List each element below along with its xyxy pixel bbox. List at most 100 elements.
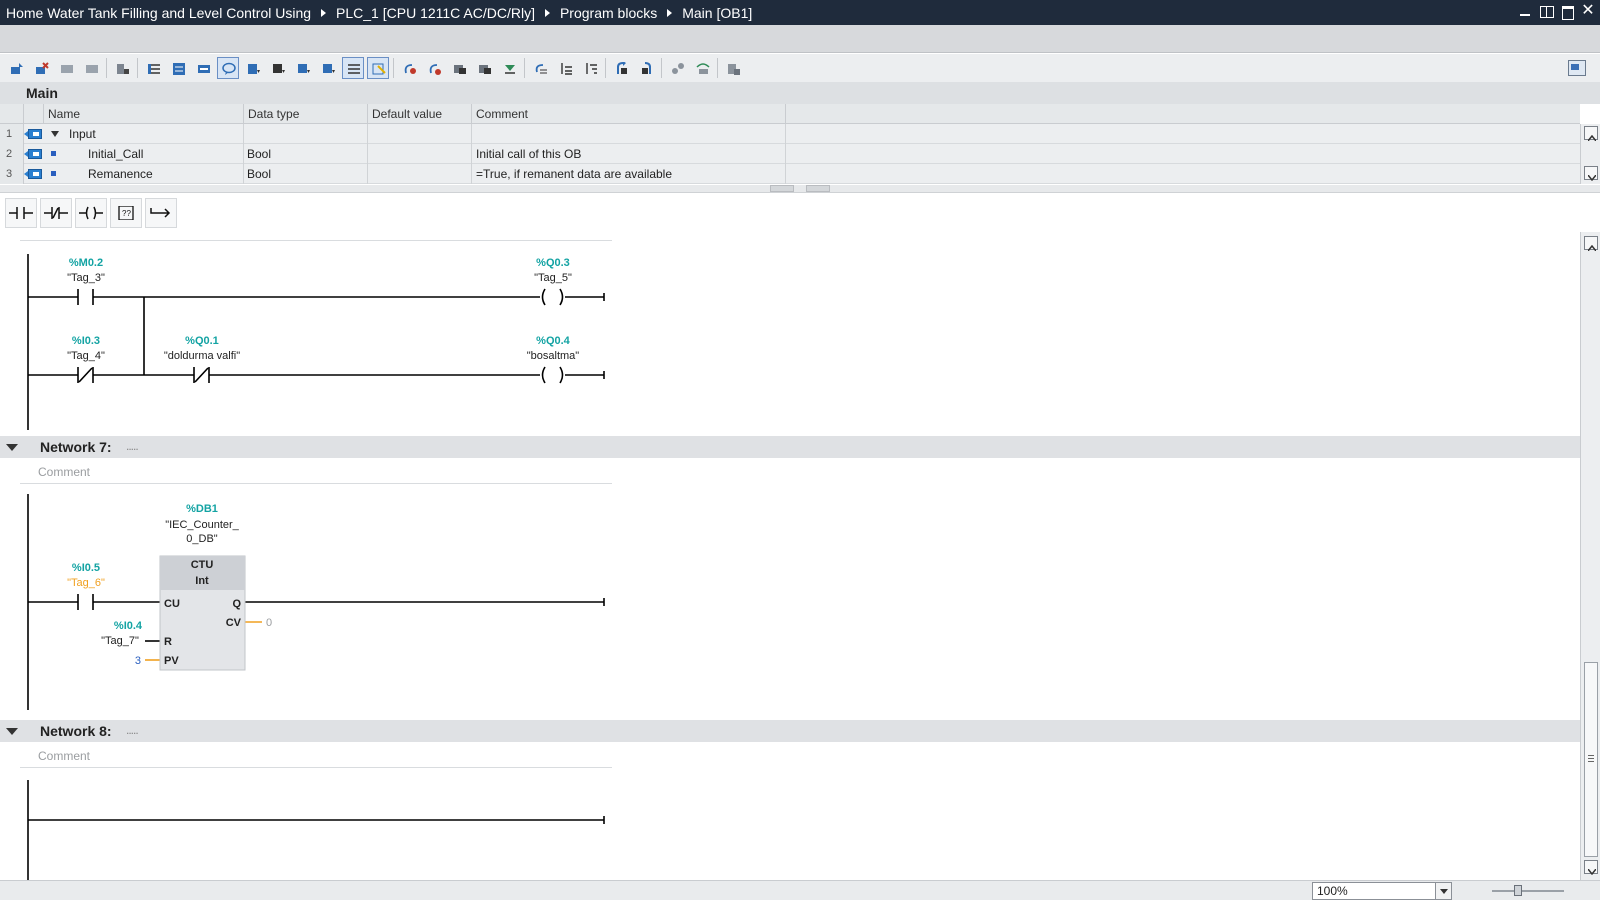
go-to-error-button[interactable] <box>398 57 420 79</box>
header-band <box>0 25 1600 53</box>
add-row-button[interactable] <box>80 57 102 79</box>
col-divider <box>243 124 244 144</box>
column-default-value[interactable]: Default value <box>368 104 472 124</box>
previous-bookmark-button[interactable] <box>448 57 470 79</box>
window-controls: ✕ <box>1517 3 1596 20</box>
interface-table: Name Data type Default value Comment 1 I… <box>0 104 1580 184</box>
breadcrumb-main-ob1[interactable]: Main [OB1] <box>682 5 752 21</box>
delete-network-button[interactable] <box>30 57 52 79</box>
scroll-down-icon[interactable] <box>1584 860 1598 876</box>
breadcrumb: Home Water Tank Filling and Level Contro… <box>0 5 752 21</box>
collapse-triangle-icon[interactable] <box>51 131 59 137</box>
breadcrumb-project[interactable]: Home Water Tank Filling and Level Contro… <box>6 5 311 21</box>
empty-box-icon[interactable]: ?? <box>110 198 142 228</box>
toolbar-separator <box>393 58 394 78</box>
i03-address: %I0.3 <box>72 335 100 347</box>
col-divider <box>471 124 472 144</box>
panel-toggle-icon[interactable] <box>1568 60 1586 76</box>
m02-address: %M0.2 <box>69 257 103 269</box>
compare-online-button[interactable] <box>666 57 688 79</box>
q04-tag: "bosaltma" <box>527 350 580 362</box>
sort-descending-button[interactable] <box>579 57 601 79</box>
minimize-icon[interactable] <box>1517 3 1533 19</box>
scroll-up-icon[interactable] <box>1584 126 1598 142</box>
scrollbar-thumb[interactable] <box>1584 662 1598 857</box>
interface-scrollbar[interactable] <box>1580 124 1600 184</box>
pane-splitter[interactable] <box>0 185 1600 193</box>
close-icon[interactable]: ✕ <box>1580 3 1596 19</box>
collapse-up-icon[interactable] <box>770 185 794 192</box>
tile-window-icon[interactable] <box>1538 3 1554 19</box>
ladder-elements-toolbar: ?? <box>0 196 1600 230</box>
download-button[interactable] <box>498 57 520 79</box>
input-section-icon <box>24 129 42 139</box>
network-comments-button[interactable] <box>217 57 239 79</box>
toolbar-separator <box>524 58 525 78</box>
interface-title: Main <box>0 82 1600 104</box>
expand-networks-button[interactable] <box>192 57 214 79</box>
ctu-block-type: CTU <box>191 559 214 571</box>
pin-pv: PV <box>164 655 179 667</box>
m02-tag: "Tag_3" <box>67 272 105 284</box>
normally-closed-contact-icon[interactable] <box>40 198 72 228</box>
column-data-type[interactable]: Data type <box>244 104 368 124</box>
toolbar-separator <box>605 58 606 78</box>
go-to-next-error-button[interactable] <box>423 57 445 79</box>
pv-value[interactable]: 3 <box>135 655 141 667</box>
row-name: Input <box>69 127 96 141</box>
breadcrumb-plc[interactable]: PLC_1 [CPU 1211C AC/DC/Rly] <box>336 5 535 21</box>
column-name[interactable]: Name <box>44 104 244 124</box>
insert-row-button[interactable] <box>55 57 77 79</box>
zoom-slider-thumb[interactable] <box>1514 885 1522 896</box>
column-comment[interactable]: Comment <box>472 104 786 124</box>
next-bookmark-button[interactable] <box>473 57 495 79</box>
block-editor-toolbar <box>0 54 1600 82</box>
zoom-select[interactable]: 100% <box>1312 882 1452 900</box>
ctu-block-dtype: Int <box>195 575 209 587</box>
close-all-networks-button[interactable] <box>317 57 339 79</box>
network-overview-button[interactable] <box>167 57 189 79</box>
sort-ascending-button[interactable] <box>554 57 576 79</box>
normally-open-contact-icon[interactable] <box>5 198 37 228</box>
table-row[interactable]: 2 Initial_Call Bool Initial call of this… <box>0 144 1580 164</box>
scroll-up-icon[interactable] <box>1584 236 1598 252</box>
toolbar-separator <box>717 58 718 78</box>
q01-address: %Q0.1 <box>185 335 219 347</box>
maximize-icon[interactable] <box>1559 3 1575 20</box>
input-variable-icon <box>24 169 42 179</box>
col-divider <box>243 144 244 164</box>
zoom-slider-track[interactable] <box>1492 890 1564 892</box>
output-coil-icon[interactable] <box>75 198 107 228</box>
db1-address: %DB1 <box>186 503 218 515</box>
monitoring-on-button[interactable] <box>610 57 632 79</box>
chevron-down-icon[interactable] <box>1435 883 1451 899</box>
i04-tag: "Tag_7" <box>101 635 139 647</box>
call-hierarchy-button[interactable] <box>529 57 551 79</box>
col-divider <box>243 164 244 184</box>
coil-q03-right[interactable] <box>559 288 564 306</box>
network-8-wiring <box>27 780 605 880</box>
modify-value-button[interactable] <box>691 57 713 79</box>
breadcrumb-arrow-icon <box>667 8 673 17</box>
display-list-button[interactable] <box>342 57 364 79</box>
collapse-down-icon[interactable] <box>806 185 830 192</box>
breadcrumb-program-blocks[interactable]: Program blocks <box>560 5 657 21</box>
coil-q04-right[interactable] <box>559 366 564 384</box>
block-call-button[interactable] <box>267 57 289 79</box>
absolute-operands-button[interactable] <box>142 57 164 79</box>
coil-q04-left[interactable] <box>541 366 546 384</box>
table-row[interactable]: 1 Input <box>0 124 1580 144</box>
coil-q03-left[interactable] <box>541 288 546 306</box>
insert-network-button[interactable] <box>5 57 27 79</box>
open-branch-icon[interactable] <box>145 198 177 228</box>
toolbar-separator <box>661 58 662 78</box>
monitoring-off-button[interactable] <box>635 57 657 79</box>
table-row[interactable]: 3 Remanence Bool =True, if remanent data… <box>0 164 1580 184</box>
snapshot-button[interactable] <box>722 57 744 79</box>
highlight-button[interactable] <box>367 57 389 79</box>
favorites-button[interactable] <box>242 57 264 79</box>
scroll-down-icon[interactable] <box>1584 166 1598 182</box>
reset-start-values-button[interactable] <box>111 57 133 79</box>
editor-scrollbar[interactable] <box>1580 232 1600 880</box>
open-all-networks-button[interactable] <box>292 57 314 79</box>
